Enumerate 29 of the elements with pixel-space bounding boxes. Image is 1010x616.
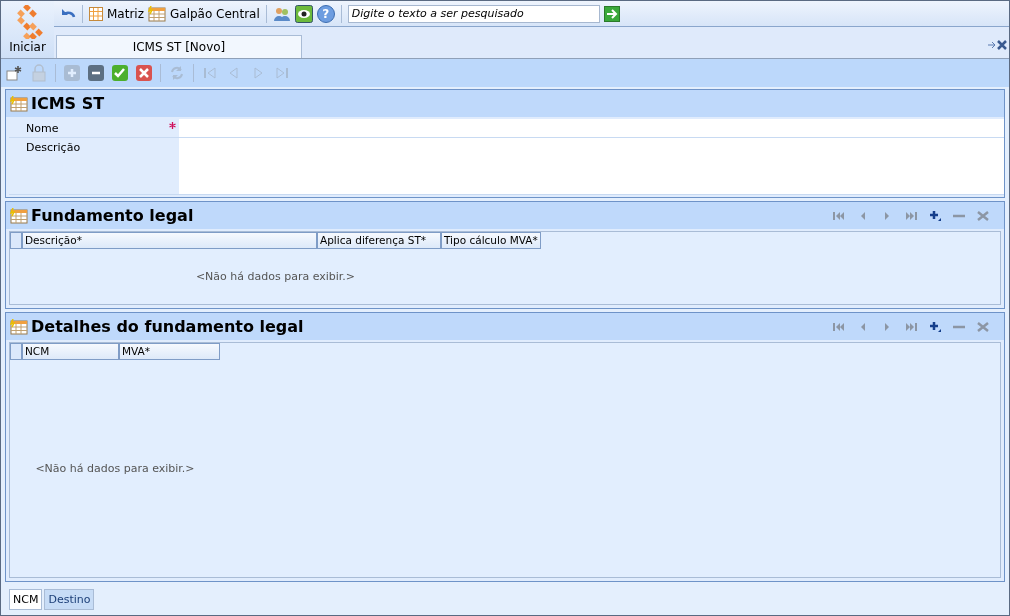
start-button[interactable]: Iniciar xyxy=(1,1,54,58)
bottom-tab[interactable]: NCM xyxy=(9,589,43,610)
panel-title: Detalhes do fundamento legal xyxy=(31,317,304,336)
panel-title: ICMS ST xyxy=(31,94,105,113)
document-tab[interactable]: ICMS ST [Novo] xyxy=(56,35,302,58)
remove-icon[interactable] xyxy=(86,63,106,83)
table-icon xyxy=(10,95,28,112)
eye-icon[interactable] xyxy=(294,4,313,23)
table-icon xyxy=(10,207,28,224)
column-header[interactable]: Descrição* xyxy=(21,232,317,249)
grid-icon[interactable] xyxy=(89,6,103,21)
warehouse-label: Galpão Central xyxy=(170,6,260,21)
pin-close-icon[interactable] xyxy=(987,40,1007,50)
table-icon xyxy=(10,318,28,335)
panel-title: Fundamento legal xyxy=(31,206,194,225)
company-label: Matriz xyxy=(107,6,144,21)
check-icon[interactable] xyxy=(110,63,130,83)
input-field[interactable] xyxy=(179,119,1004,138)
empty-message: <Não há dados para exibir.> xyxy=(195,270,356,283)
field-label: Nome xyxy=(9,119,179,138)
column-header[interactable]: MVA* xyxy=(119,343,220,360)
search-field[interactable]: Digite o texto a ser pesquisado xyxy=(347,4,600,23)
empty-message: <Não há dados para exibir.> xyxy=(35,462,195,475)
column-header[interactable]: Aplica diferença ST* xyxy=(317,232,441,249)
column-header[interactable]: NCM xyxy=(21,343,119,360)
column-header[interactable]: Tipo cálculo MVA* xyxy=(441,232,541,249)
go-arrow-icon[interactable] xyxy=(603,5,620,22)
cancel-icon[interactable] xyxy=(134,63,154,83)
bottom-tab[interactable]: Destino xyxy=(44,589,95,610)
